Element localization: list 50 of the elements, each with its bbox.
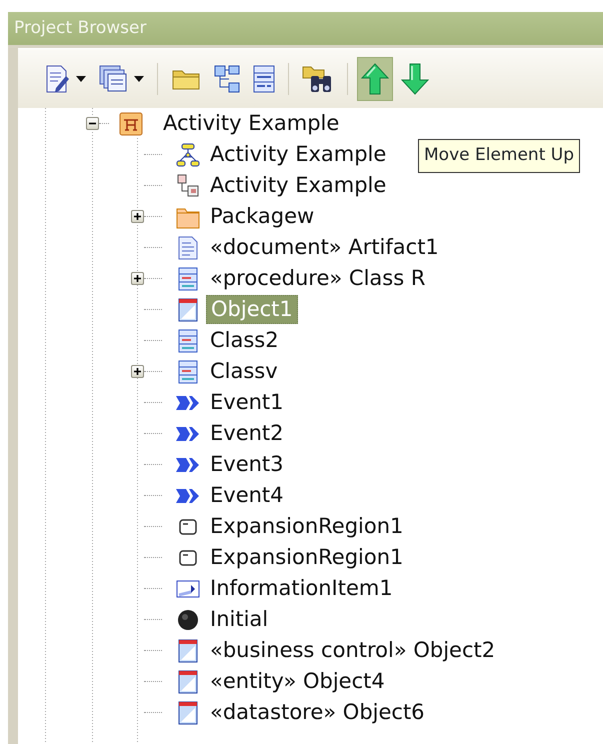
caret-icon — [76, 76, 86, 82]
window-icon — [176, 670, 200, 694]
up-arrow-icon — [361, 62, 389, 94]
tree-item[interactable]: «entity» Object4 — [206, 668, 389, 695]
tree-item[interactable]: Classv — [206, 358, 282, 385]
class-box-icon — [176, 360, 200, 384]
tree-item[interactable]: «business control» Object2 — [206, 637, 500, 664]
tree-item[interactable]: Event1 — [206, 389, 288, 416]
tree-structure-icon — [213, 64, 241, 94]
class-box-icon — [176, 328, 200, 352]
document-icon — [176, 236, 200, 260]
expand-toggle[interactable] — [131, 210, 144, 223]
tree-item[interactable]: Activity Example — [206, 172, 390, 199]
class-box-icon — [253, 64, 275, 92]
plus-icon — [134, 213, 141, 220]
tree-item[interactable]: «procedure» Class R — [206, 265, 430, 292]
expand-toggle[interactable] — [131, 272, 144, 285]
plus-icon — [134, 368, 141, 375]
tree-item[interactable]: Packagew — [206, 203, 318, 230]
tree-item[interactable]: Event4 — [206, 482, 288, 509]
tree-item[interactable]: Initial — [206, 606, 272, 633]
tooltip: Move Element Up — [418, 139, 580, 172]
tree-item[interactable]: Event3 — [206, 451, 288, 478]
tree-item[interactable]: Class2 — [206, 327, 283, 354]
tree-item[interactable]: ExpansionRegion1 — [206, 513, 408, 540]
tree-item[interactable]: Activity Example — [159, 110, 344, 137]
window-icon — [176, 298, 200, 322]
tree-item[interactable]: «datastore» Object6 — [206, 699, 429, 726]
minus-icon — [89, 120, 96, 127]
linked-boxes-icon — [176, 174, 200, 198]
flow-diagram-icon — [176, 142, 200, 166]
collapse-toggle[interactable] — [86, 117, 99, 130]
plus-icon — [134, 275, 141, 282]
tree-item[interactable]: InformationItem1 — [206, 575, 397, 602]
panel-title: Project Browser — [14, 20, 146, 37]
activity-icon — [119, 112, 143, 136]
caret-icon — [134, 76, 144, 82]
down-arrow-icon — [401, 62, 429, 94]
stacked-windows-icon — [98, 64, 128, 94]
filled-circle-icon — [176, 608, 200, 632]
class-box-icon — [176, 266, 200, 290]
document-pencil-icon — [44, 64, 70, 94]
tree-item[interactable]: ExpansionRegion1 — [206, 544, 408, 571]
window-icon — [176, 638, 200, 662]
tree-item[interactable]: Event2 — [206, 420, 288, 447]
binoculars-folder-icon — [302, 64, 334, 94]
tree-item[interactable]: «document» Artifact1 — [206, 234, 443, 261]
window-icon — [176, 700, 200, 724]
expand-toggle[interactable] — [131, 365, 144, 378]
tree-item[interactable]: Activity Example — [206, 141, 390, 168]
